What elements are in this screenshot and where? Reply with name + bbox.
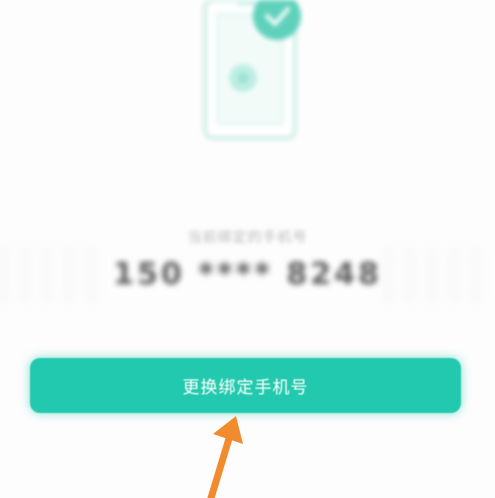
- phone-info-section: 当前绑定的手机号 150 **** 8248: [0, 205, 495, 315]
- change-bound-phone-button-label: 更换绑定手机号: [182, 378, 309, 398]
- bind-phone-screen: 当前绑定的手机号 150 **** 8248 更换绑定手机号: [0, 0, 495, 498]
- change-bound-phone-button[interactable]: 更换绑定手机号: [30, 358, 461, 413]
- pointer-arrow-icon: [207, 416, 243, 498]
- bound-phone-number: 150 **** 8248: [113, 257, 382, 292]
- phone-illustration-icon: [203, 0, 301, 140]
- bound-phone-caption: 当前绑定的手机号: [187, 230, 308, 246]
